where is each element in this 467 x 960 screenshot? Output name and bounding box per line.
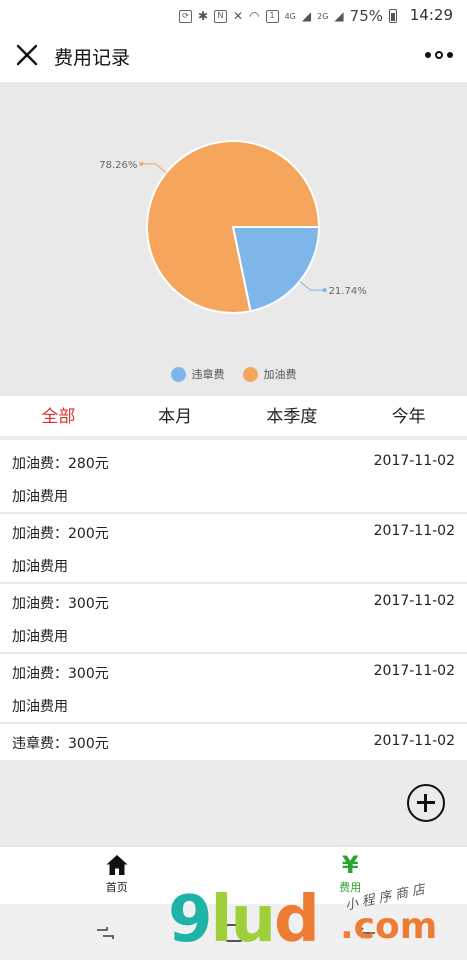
network-4g-label: 4G <box>284 11 296 21</box>
legend-swatch <box>170 366 186 382</box>
system-nav-bar <box>0 904 467 960</box>
pie-data-label: 78.26% <box>99 160 137 171</box>
record-date: 2017-11-02 <box>373 593 455 609</box>
mute-icon: ✕ <box>233 9 244 23</box>
legend-swatch <box>242 366 258 382</box>
record-title: 加油费：300元 <box>12 596 109 612</box>
chart-panel: 21.74% 78.26% 违章费 加油费 <box>0 82 467 396</box>
pie-chart: 21.74% 78.26% <box>99 140 367 314</box>
pie-data-label: 21.74% <box>329 286 367 297</box>
tab-this-quarter[interactable]: 本季度 <box>234 396 351 436</box>
more-dot <box>447 52 453 58</box>
list-item[interactable]: 加油费：200元 2017-11-02 加油费用 <box>0 514 467 584</box>
tabbar-label-home: 首页 <box>105 881 128 894</box>
page-title: 费用记录 <box>54 47 131 69</box>
legend-item[interactable]: 违章费 <box>170 366 225 382</box>
record-date: 2017-11-02 <box>373 523 455 539</box>
tabbar-item-home[interactable]: 首页 <box>0 847 234 904</box>
filter-tabs: 全部 本月 本季度 今年 <box>0 396 467 440</box>
chart-legend: 违章费 加油费 <box>0 366 467 382</box>
record-desc: 加油费用 <box>12 629 68 645</box>
tabbar-label-fees: 费用 <box>339 881 362 894</box>
pie-leader-dot <box>139 161 144 166</box>
network-2g-label: 2G <box>317 11 329 21</box>
record-date: 2017-11-02 <box>373 453 455 469</box>
status-bar: ⟳ ✱ N ✕ ◠ 1 4G ◢ 2G ◢ 75% 14:29 <box>0 0 467 30</box>
home-button-icon[interactable] <box>225 924 243 942</box>
record-title: 加油费：200元 <box>12 526 109 542</box>
sync-icon: ⟳ <box>178 9 192 23</box>
tab-all[interactable]: 全部 <box>0 396 117 436</box>
legend-label: 违章费 <box>191 368 225 381</box>
record-title: 违章费：300元 <box>12 736 109 752</box>
list-footer-area <box>0 760 467 846</box>
record-title: 加油费：300元 <box>12 666 109 682</box>
pie-leader-line <box>141 163 167 174</box>
tab-this-year[interactable]: 今年 <box>350 396 467 436</box>
record-date: 2017-11-02 <box>373 663 455 679</box>
sim-icon: 1 <box>265 9 279 23</box>
list-item[interactable]: 加油费：300元 2017-11-02 加油费用 <box>0 584 467 654</box>
nfc-icon: N <box>214 9 228 23</box>
record-desc: 加油费用 <box>12 559 68 575</box>
bluetooth-icon: ✱ <box>197 9 209 23</box>
record-list: 加油费：280元 2017-11-02 加油费用 加油费：200元 2017-1… <box>0 444 467 761</box>
legend-item[interactable]: 加油费 <box>242 366 297 382</box>
battery-icon <box>389 9 397 23</box>
legend-label: 加油费 <box>263 368 297 381</box>
record-title: 加油费：280元 <box>12 456 109 472</box>
signal-icon: ◢ <box>301 9 312 23</box>
more-icon[interactable] <box>425 45 453 65</box>
signal-icon-2: ◢ <box>334 9 344 23</box>
bottom-tab-bar: 首页 ¥ 费用 <box>0 846 467 904</box>
recent-apps-icon[interactable] <box>95 926 115 940</box>
battery-percent: 75% <box>349 7 383 25</box>
nav-bar: 费用记录 <box>0 30 467 82</box>
clock: 14:29 <box>409 6 453 24</box>
list-item[interactable]: 加油费：280元 2017-11-02 加油费用 <box>0 444 467 514</box>
back-icon[interactable] <box>355 926 377 940</box>
list-item[interactable]: 违章费：300元 2017-11-02 <box>0 724 467 761</box>
yen-icon: ¥ <box>341 851 359 879</box>
list-item[interactable]: 加油费：300元 2017-11-02 加油费用 <box>0 654 467 724</box>
close-icon[interactable] <box>14 42 40 68</box>
record-desc: 加油费用 <box>12 489 68 505</box>
more-dot-center <box>435 51 443 59</box>
pie-leader-dot <box>322 288 327 293</box>
plus-circle-icon[interactable] <box>407 784 445 822</box>
tabbar-item-fees[interactable]: ¥ 费用 <box>234 847 467 904</box>
tab-this-month[interactable]: 本月 <box>117 396 234 436</box>
status-icons: ⟳ ✱ N ✕ ◠ 1 4G ◢ 2G ◢ 75% <box>178 7 397 25</box>
wifi-icon: ◠ <box>249 9 260 23</box>
record-desc: 加油费用 <box>12 699 68 715</box>
record-date: 2017-11-02 <box>373 733 455 749</box>
home-icon <box>106 855 128 875</box>
more-dot <box>425 52 431 58</box>
pie-leader-line <box>299 280 325 291</box>
